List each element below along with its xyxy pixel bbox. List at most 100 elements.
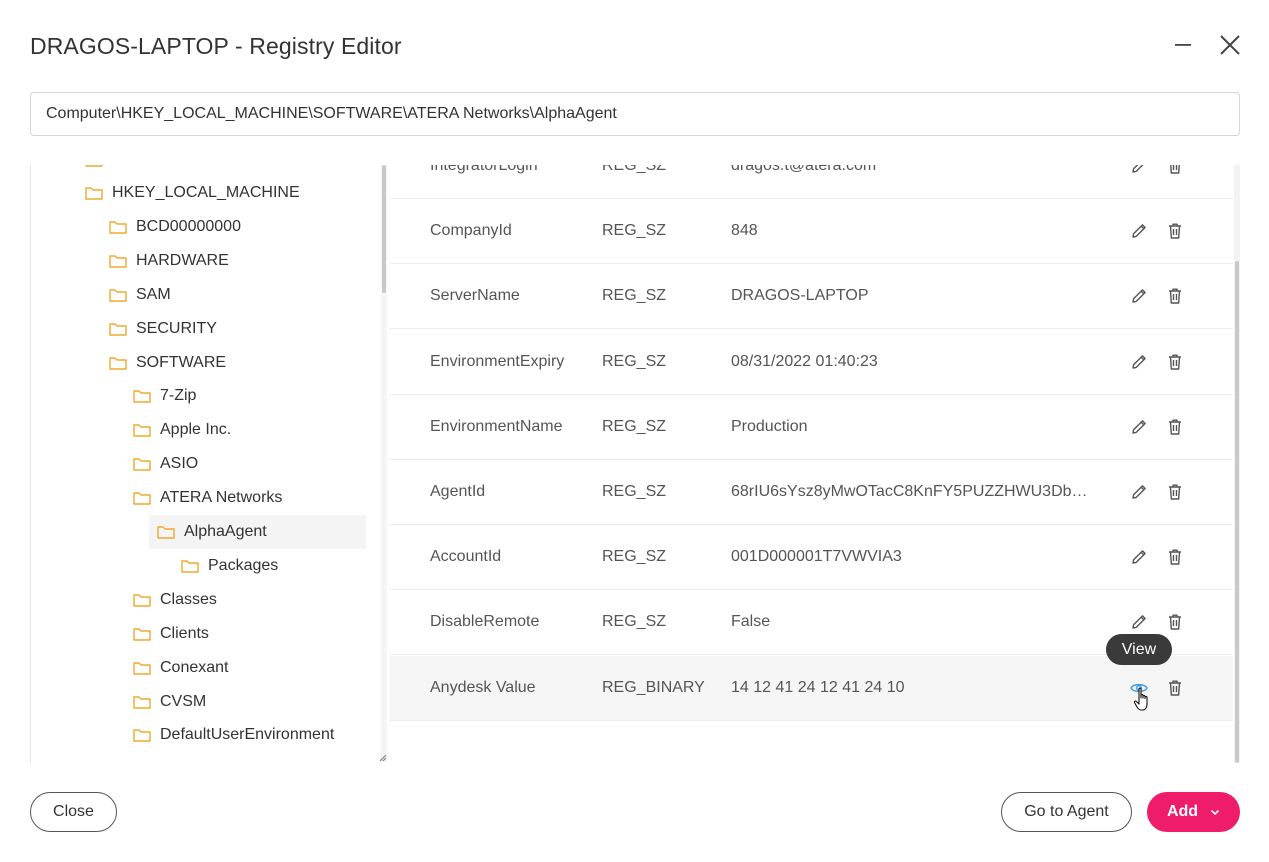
edit-button[interactable] xyxy=(1129,165,1149,176)
close-button[interactable]: Close xyxy=(30,792,117,832)
value-row[interactable]: ServerName REG_SZ DRAGOS-LAPTOP xyxy=(390,264,1233,330)
trash-icon xyxy=(1169,484,1181,500)
edit-button[interactable] xyxy=(1129,547,1149,567)
edit-button[interactable] xyxy=(1129,417,1149,437)
tree-item[interactable]: Conexant xyxy=(133,651,229,685)
tree-item[interactable]: SECURITY xyxy=(109,312,217,346)
folder-icon xyxy=(109,322,127,336)
value-row[interactable]: Anydesk Value REG_BINARY 14 12 41 24 12 41… xyxy=(390,655,1233,721)
trash-icon xyxy=(1169,614,1181,631)
minimize-icon xyxy=(1175,44,1191,46)
delete-button[interactable] xyxy=(1165,165,1185,176)
edit-button[interactable] xyxy=(1129,286,1149,306)
edit-button[interactable] xyxy=(1129,482,1149,502)
value-row[interactable]: CompanyId REG_SZ 848 xyxy=(390,199,1233,265)
folder-icon xyxy=(133,458,151,471)
value-name: EnvironmentName xyxy=(430,417,563,435)
delete-button[interactable] xyxy=(1165,286,1185,306)
hand-cursor-icon xyxy=(1133,687,1148,711)
tree-item[interactable]: HARDWARE xyxy=(109,244,229,278)
value-type: REG_SZ xyxy=(602,287,667,305)
value-data: dragos.t@atera.com xyxy=(731,165,877,174)
tree-item-label: SAM xyxy=(136,285,171,303)
edit-button[interactable] xyxy=(1129,352,1149,372)
folder-icon xyxy=(133,492,151,505)
add-button[interactable]: Add xyxy=(1147,792,1240,832)
delete-button[interactable] xyxy=(1165,612,1185,632)
pencil-icon xyxy=(1132,485,1146,499)
value-name: AgentId xyxy=(430,483,486,500)
close-window-button[interactable] xyxy=(1215,30,1245,60)
minimize-button[interactable] xyxy=(1168,30,1198,60)
pencil-icon xyxy=(1132,419,1146,434)
pencil-icon xyxy=(1132,224,1146,238)
value-row[interactable]: IntegratorLogin REG_SZ dragos.t@atera.com xyxy=(390,165,1233,199)
value-data: False xyxy=(731,613,771,631)
go-to-agent-button[interactable]: Go to Agent xyxy=(1001,792,1132,832)
value-name: ServerName xyxy=(430,287,520,305)
trash-icon xyxy=(1169,354,1181,370)
value-row[interactable]: AgentId REG_SZ 68rIU6sYsz8yMwOTacC8KnFY5PU… xyxy=(390,460,1233,525)
tree-item[interactable]: Clients xyxy=(133,617,209,651)
add-button-label: Add xyxy=(1166,803,1199,820)
registry-path-input[interactable]: Computer\HKEY_LOCAL_MACHINE\SOFTWARE\ATE… xyxy=(30,92,1240,136)
tree-item[interactable]: ASIO xyxy=(133,447,198,481)
tree-item[interactable]: CVSM xyxy=(133,685,206,719)
trash-icon xyxy=(1169,288,1181,305)
tree-item-label: Classes xyxy=(160,590,217,608)
tree-item[interactable]: ATERA Networks xyxy=(133,481,282,515)
tree-item[interactable]: SOFTWARE xyxy=(109,346,226,380)
folder-icon xyxy=(109,288,127,302)
edit-button[interactable] xyxy=(1129,221,1149,241)
tree-item[interactable]: Packages xyxy=(181,549,278,583)
pencil-icon xyxy=(1132,615,1146,630)
tree-item-label: Apple Inc. xyxy=(160,421,232,439)
value-type: REG_SZ xyxy=(602,222,667,240)
tree-item[interactable]: BCD00000000 xyxy=(109,210,241,244)
edit-button[interactable] xyxy=(1129,612,1149,632)
close-icon xyxy=(1220,35,1240,55)
value-row[interactable]: EnvironmentName REG_SZ Production xyxy=(390,395,1233,460)
value-data: Production xyxy=(731,417,808,435)
value-data: DRAGOS-LAPTOP xyxy=(731,287,869,305)
resize-grip-icon[interactable] xyxy=(377,752,387,762)
delete-button[interactable] xyxy=(1165,417,1185,437)
delete-button[interactable] xyxy=(1165,221,1185,241)
delete-button[interactable] xyxy=(1165,352,1185,372)
registry-tree: HKEY_LOCAL_MACHINE BCD00000000 HARDWARE SAM… xyxy=(30,165,388,763)
registry-values-table: IntegratorLogin REG_SZ dragos.t@atera.com C… xyxy=(390,165,1233,763)
tree-item-label: 7-Zip xyxy=(160,387,197,405)
tree-item-label: SOFTWARE xyxy=(136,353,227,371)
tree-item[interactable]: Classes xyxy=(133,583,217,617)
value-name: Anydesk Value xyxy=(430,678,536,696)
value-data: 14 12 41 24 12 41 24 10 xyxy=(731,678,905,696)
folder-icon xyxy=(109,255,127,268)
tree-item[interactable]: DefaultUserEnvironment xyxy=(133,718,334,752)
pencil-icon xyxy=(1132,354,1146,369)
tree-item[interactable]: 7-Zip xyxy=(133,379,196,413)
value-data: 001D000001T7VWVIA3 xyxy=(731,548,902,566)
tree-item[interactable]: HKEY_LOCAL_MACHINE xyxy=(85,176,300,210)
value-name: AccountId xyxy=(430,548,502,566)
view-tooltip: View xyxy=(1106,634,1172,665)
folder-icon xyxy=(133,627,151,641)
value-row[interactable]: AccountId REG_SZ 001D000001T7VWVIA3 xyxy=(390,525,1233,591)
delete-button[interactable] xyxy=(1165,482,1185,502)
tree-scrollbar[interactable] xyxy=(381,165,387,761)
value-type: REG_SZ xyxy=(602,417,667,435)
folder-icon xyxy=(85,187,103,200)
tree-item[interactable]: SAM xyxy=(109,278,171,312)
values-scrollbar[interactable] xyxy=(1234,165,1240,763)
value-type: REG_SZ xyxy=(602,483,667,500)
tree-item-label: BCD00000000 xyxy=(136,217,241,235)
tree-item-label: Packages xyxy=(208,556,279,574)
delete-button[interactable] xyxy=(1165,547,1185,567)
folder-icon xyxy=(109,221,127,234)
value-row[interactable]: EnvironmentExpiry REG_SZ 08/31/2022 01:40:… xyxy=(390,330,1233,395)
delete-button[interactable] xyxy=(1165,678,1185,698)
tree-item[interactable]: Apple Inc. xyxy=(133,413,231,447)
trash-icon xyxy=(1169,223,1181,239)
tree-item[interactable]: AlphaAgent xyxy=(149,515,366,549)
tree-item-label: ATERA Networks xyxy=(160,489,283,507)
tree-item-label: ASIO xyxy=(160,455,199,473)
